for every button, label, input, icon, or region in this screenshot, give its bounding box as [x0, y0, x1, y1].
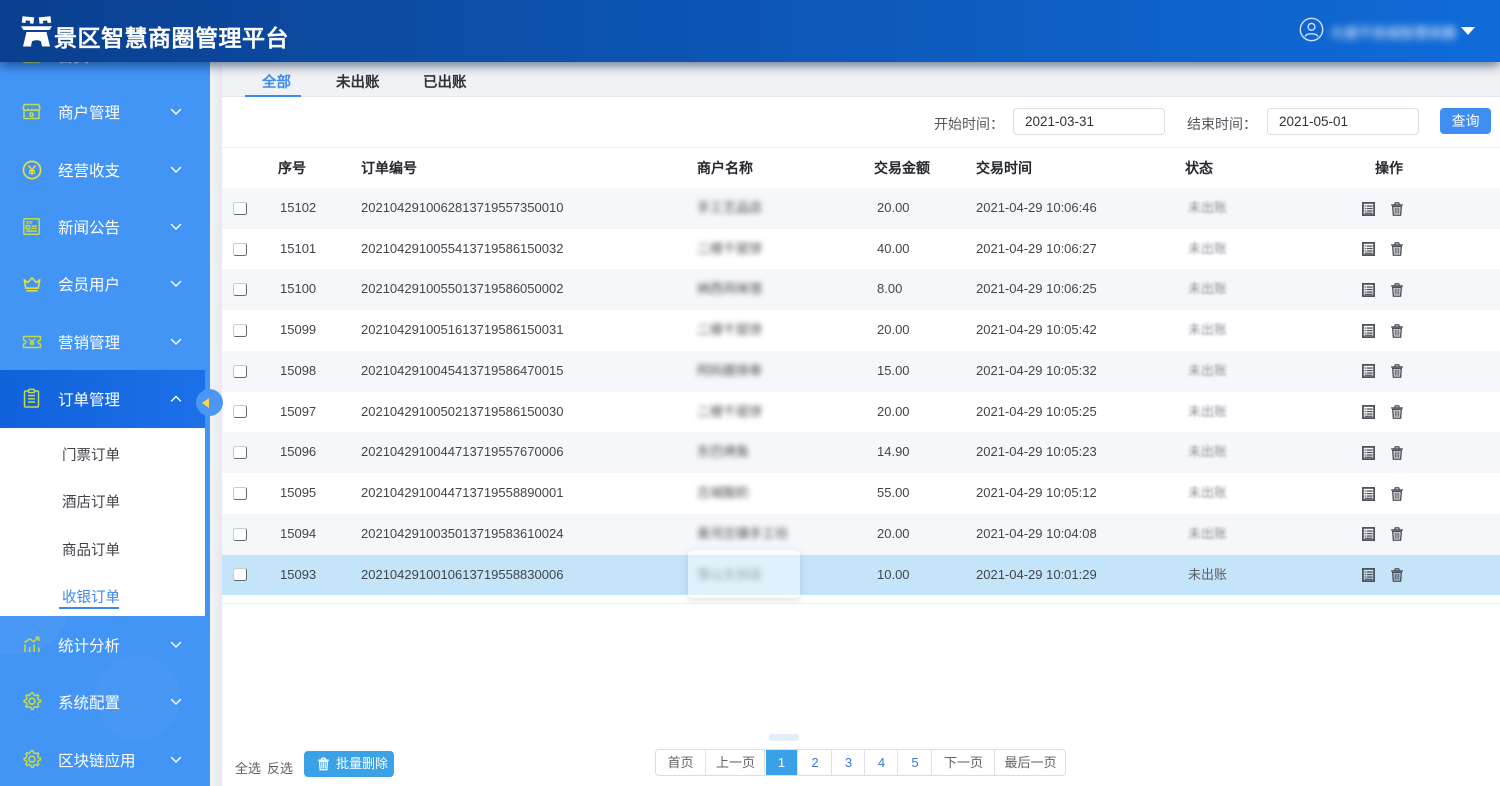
svg-text:NEWS: NEWS [26, 221, 37, 225]
